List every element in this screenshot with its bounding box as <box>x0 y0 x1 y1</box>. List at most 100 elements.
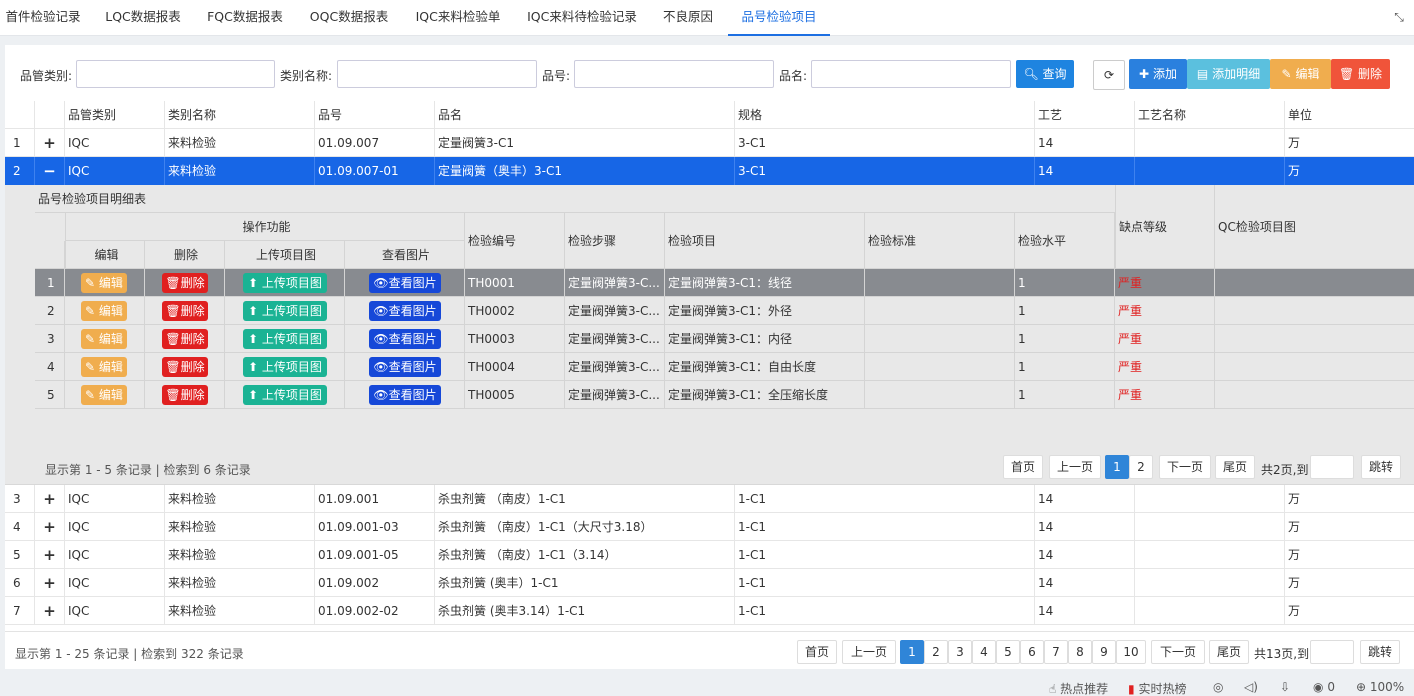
detail-goto-input[interactable] <box>1310 455 1354 479</box>
page-10[interactable]: 10 <box>1116 640 1146 664</box>
tab-defect-reason[interactable]: 不良原因 <box>660 0 716 36</box>
header-category-name[interactable]: 类别名称 <box>165 101 315 129</box>
hot-recommend[interactable]: ☝ 热点推荐 <box>1049 680 1108 696</box>
detail-row[interactable]: 3 ✎ 编辑 🗑︎删除 ⬆ 上传项目图 👁︎查看图片 TH0003 定量阀弹簧3… <box>35 325 1414 353</box>
row-upload-button[interactable]: ⬆ 上传项目图 <box>243 357 327 377</box>
refresh-icon: ⟳ <box>1103 68 1115 82</box>
header-part-no[interactable]: 品号 <box>315 101 435 129</box>
speaker-icon[interactable]: ◁) <box>1244 680 1258 694</box>
header-part-name[interactable]: 品名 <box>435 101 735 129</box>
detail-row[interactable]: 4 ✎ 编辑 🗑︎删除 ⬆ 上传项目图 👁︎查看图片 TH0004 定量阀弹簧3… <box>35 353 1414 381</box>
tab-lqc-report[interactable]: LQC数据报表 <box>103 0 183 36</box>
detail-page-2[interactable]: 2 <box>1129 455 1153 479</box>
page-1[interactable]: 1 <box>900 640 924 664</box>
table-row[interactable]: 7 + IQC 来料检验 01.09.002-02 杀虫剂簧 (奥丰3.14）1… <box>5 597 1414 625</box>
header-process[interactable]: 工艺 <box>1035 101 1135 129</box>
edit-button[interactable]: ✎ 编辑 <box>1270 59 1331 89</box>
part-name-input[interactable] <box>811 60 1011 88</box>
row-view-image-button[interactable]: 👁︎查看图片 <box>369 273 441 293</box>
detail-next-page[interactable]: 下一页 <box>1159 455 1211 479</box>
download-icon[interactable]: ⇩ <box>1280 680 1290 694</box>
tab-part-inspection-items[interactable]: 品号检验项目 <box>728 0 830 36</box>
table-row[interactable]: 3 + IQC 来料检验 01.09.001 杀虫剂簧 （南皮）1-C1 1-C… <box>5 485 1414 513</box>
expand-icon[interactable]: + <box>35 485 65 513</box>
severity-badge: 严重 <box>1115 381 1215 409</box>
page-6[interactable]: 6 <box>1020 640 1044 664</box>
tab-iqc-incoming[interactable]: IQC来料检验单 <box>412 0 504 36</box>
table-row[interactable]: 6 + IQC 来料检验 01.09.002 杀虫剂簧 (奥丰）1-C1 1-C… <box>5 569 1414 597</box>
header-spec[interactable]: 规格 <box>735 101 1035 129</box>
header-category[interactable]: 品管类别 <box>65 101 165 129</box>
category-input[interactable] <box>76 60 275 88</box>
expand-icon[interactable]: + <box>35 597 65 625</box>
last-page-button[interactable]: 尾页 <box>1209 640 1249 664</box>
counter[interactable]: ◉ 0 <box>1313 680 1335 694</box>
page-5[interactable]: 5 <box>996 640 1020 664</box>
first-page-button[interactable]: 首页 <box>797 640 837 664</box>
row-edit-button[interactable]: ✎ 编辑 <box>81 329 127 349</box>
row-delete-button[interactable]: 🗑︎删除 <box>162 301 208 321</box>
detail-page-1[interactable]: 1 <box>1105 455 1129 479</box>
goto-page-input[interactable] <box>1310 640 1354 664</box>
tab-first-inspection[interactable]: 首件检验记录 <box>4 0 82 36</box>
page-2[interactable]: 2 <box>924 640 948 664</box>
query-button[interactable]: 🔍︎ 查询 <box>1016 60 1074 88</box>
shield-icon[interactable]: ◎ <box>1213 680 1223 694</box>
next-page-button[interactable]: 下一页 <box>1151 640 1205 664</box>
row-upload-button[interactable]: ⬆ 上传项目图 <box>243 301 327 321</box>
tab-iqc-pending[interactable]: IQC来料待检验记录 <box>524 0 640 36</box>
print-icon: ▤ <box>1196 67 1209 81</box>
detail-row[interactable]: 5 ✎ 编辑 🗑︎删除 ⬆ 上传项目图 👁︎查看图片 TH0005 定量阀弹簧3… <box>35 381 1414 409</box>
row-edit-button[interactable]: ✎ 编辑 <box>81 385 127 405</box>
row-delete-button[interactable]: 🗑︎删除 <box>162 329 208 349</box>
detail-goto-button[interactable]: 跳转 <box>1361 455 1401 479</box>
part-no-input[interactable] <box>574 60 774 88</box>
detail-row[interactable]: 2 ✎ 编辑 🗑︎删除 ⬆ 上传项目图 👁︎查看图片 TH0002 定量阀弹簧3… <box>35 297 1414 325</box>
add-button[interactable]: ✚ 添加 <box>1129 59 1187 89</box>
expand-icon[interactable]: + <box>35 569 65 597</box>
row-delete-button[interactable]: 🗑︎删除 <box>162 385 208 405</box>
row-upload-button[interactable]: ⬆ 上传项目图 <box>243 385 327 405</box>
header-process-name[interactable]: 工艺名称 <box>1135 101 1285 129</box>
fullscreen-icon[interactable]: ⤡ <box>1392 10 1406 24</box>
table-row[interactable]: 4 + IQC 来料检验 01.09.001-03 杀虫剂簧 （南皮）1-C1（… <box>5 513 1414 541</box>
row-view-image-button[interactable]: 👁︎查看图片 <box>369 357 441 377</box>
collapse-icon[interactable]: − <box>35 157 65 185</box>
header-unit[interactable]: 单位 <box>1285 101 1414 129</box>
prev-page-button[interactable]: 上一页 <box>842 640 896 664</box>
goto-page-button[interactable]: 跳转 <box>1360 640 1400 664</box>
tab-fqc-report[interactable]: FQC数据报表 <box>204 0 286 36</box>
row-view-image-button[interactable]: 👁︎查看图片 <box>369 301 441 321</box>
row-view-image-button[interactable]: 👁︎查看图片 <box>369 329 441 349</box>
page-4[interactable]: 4 <box>972 640 996 664</box>
realtime-rank[interactable]: ▮ 实时热榜 <box>1128 680 1186 696</box>
page-7[interactable]: 7 <box>1044 640 1068 664</box>
tab-oqc-report[interactable]: OQC数据报表 <box>306 0 392 36</box>
expand-icon[interactable]: + <box>35 541 65 569</box>
detail-row-selected[interactable]: 1 ✎ 编辑 🗑︎删除 ⬆ 上传项目图 👁︎查看图片 TH0001 定量阀弹簧3… <box>35 269 1414 297</box>
row-upload-button[interactable]: ⬆ 上传项目图 <box>243 329 327 349</box>
detail-prev-page[interactable]: 上一页 <box>1049 455 1101 479</box>
row-delete-button[interactable]: 🗑︎删除 <box>162 273 208 293</box>
row-edit-button[interactable]: ✎ 编辑 <box>81 301 127 321</box>
row-delete-button[interactable]: 🗑︎删除 <box>162 357 208 377</box>
row-edit-button[interactable]: ✎ 编辑 <box>81 357 127 377</box>
page-9[interactable]: 9 <box>1092 640 1116 664</box>
refresh-button[interactable]: ⟳ <box>1093 60 1125 90</box>
table-row-selected[interactable]: 2 − IQC 来料检验 01.09.007-01 定量阀簧（奥丰）3-C1 3… <box>5 157 1414 185</box>
table-row[interactable]: 5 + IQC 来料检验 01.09.001-05 杀虫剂簧 （南皮）1-C1（… <box>5 541 1414 569</box>
table-row[interactable]: 1 + IQC 来料检验 01.09.007 定量阀簧3-C1 3-C1 14 … <box>5 129 1414 157</box>
page-8[interactable]: 8 <box>1068 640 1092 664</box>
detail-first-page[interactable]: 首页 <box>1003 455 1043 479</box>
row-edit-button[interactable]: ✎ 编辑 <box>81 273 127 293</box>
expand-icon[interactable]: + <box>35 513 65 541</box>
row-upload-button[interactable]: ⬆ 上传项目图 <box>243 273 327 293</box>
page-3[interactable]: 3 <box>948 640 972 664</box>
zoom-level[interactable]: ⊕ 100% <box>1356 680 1404 694</box>
category-name-input[interactable] <box>337 60 537 88</box>
row-view-image-button[interactable]: 👁︎查看图片 <box>369 385 441 405</box>
expand-icon[interactable]: + <box>35 129 65 157</box>
detail-last-page[interactable]: 尾页 <box>1215 455 1255 479</box>
add-detail-button[interactable]: ▤ 添加明细 <box>1187 59 1270 89</box>
delete-button[interactable]: 🗑︎ 删除 <box>1331 59 1390 89</box>
